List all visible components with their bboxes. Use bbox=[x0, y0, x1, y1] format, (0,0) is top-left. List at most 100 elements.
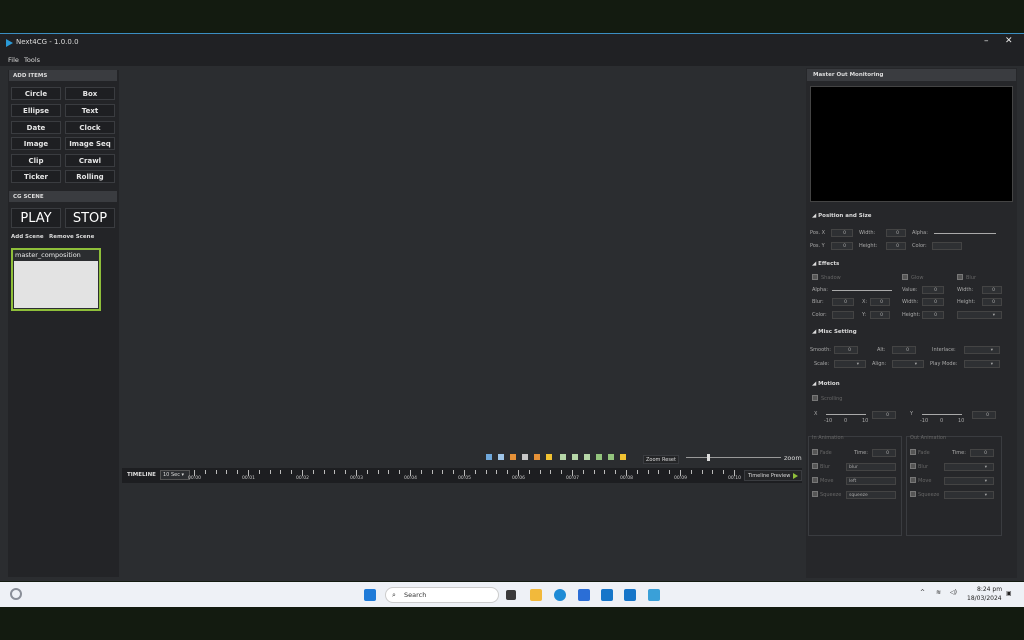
zoom-reset-button[interactable]: Zoom Reset bbox=[643, 455, 679, 464]
store-icon[interactable] bbox=[578, 589, 590, 601]
distribute-h-icon[interactable] bbox=[596, 454, 602, 460]
position-size-section[interactable]: ◢ Position and Size bbox=[812, 213, 872, 219]
shadow-alpha-slider[interactable] bbox=[832, 290, 892, 291]
distribute-v-icon[interactable] bbox=[608, 454, 614, 460]
out-move-select[interactable]: ▾ bbox=[944, 477, 994, 485]
composition-canvas[interactable] bbox=[122, 69, 802, 500]
wifi-icon[interactable]: ≋ bbox=[936, 589, 941, 596]
in-blur-select[interactable]: blur bbox=[846, 463, 896, 471]
shadow-checkbox[interactable] bbox=[812, 274, 818, 280]
out-squeeze-checkbox[interactable] bbox=[910, 491, 916, 497]
color-input[interactable] bbox=[932, 242, 962, 250]
chart-icon[interactable] bbox=[620, 454, 626, 460]
blur-height-input[interactable]: 0 bbox=[982, 298, 1002, 306]
scrolling-checkbox[interactable] bbox=[812, 395, 818, 401]
in-squeeze-checkbox[interactable] bbox=[812, 491, 818, 497]
minimize-button[interactable]: – bbox=[984, 36, 989, 46]
chevron-up-icon[interactable]: ^ bbox=[920, 589, 925, 596]
add-rolling-button[interactable]: Rolling bbox=[65, 170, 115, 183]
smooth-input[interactable]: 0 bbox=[834, 346, 858, 354]
stop-button[interactable]: STOP bbox=[65, 208, 115, 228]
in-squeeze-select[interactable]: squeeze bbox=[846, 491, 896, 499]
alpha-slider[interactable] bbox=[934, 233, 996, 234]
add-text-button[interactable]: Text bbox=[65, 104, 115, 117]
send-back-icon[interactable] bbox=[534, 454, 540, 460]
motion-x-input[interactable]: 0 bbox=[872, 411, 896, 419]
play-mode-select[interactable]: ▾ bbox=[964, 360, 1000, 368]
motion-section[interactable]: ◢ Motion bbox=[812, 381, 840, 387]
glow-value-input[interactable]: 0 bbox=[922, 286, 944, 294]
edge-icon[interactable] bbox=[554, 589, 566, 601]
align-select[interactable]: ▾ bbox=[892, 360, 924, 368]
task-view-icon[interactable] bbox=[506, 590, 516, 600]
next4cg-icon[interactable] bbox=[601, 589, 613, 601]
in-fade-checkbox[interactable] bbox=[812, 449, 818, 455]
zoom-slider[interactable] bbox=[686, 457, 781, 458]
out-time-input[interactable]: 0 bbox=[970, 449, 994, 457]
scale-select[interactable]: ▾ bbox=[834, 360, 866, 368]
in-time-input[interactable]: 0 bbox=[872, 449, 896, 457]
add-ticker-button[interactable]: Ticker bbox=[11, 170, 61, 183]
play-button[interactable]: PLAY bbox=[11, 208, 61, 228]
alt-input[interactable]: 0 bbox=[892, 346, 916, 354]
menu-tools[interactable]: Tools bbox=[24, 56, 40, 64]
add-clip-button[interactable]: Clip bbox=[11, 154, 61, 167]
align-center-icon[interactable] bbox=[498, 454, 504, 460]
out-move-checkbox[interactable] bbox=[910, 477, 916, 483]
timeline-ruler[interactable]: 00:00 00:01 00:02 00:03 00:04 00:05 00:06 00:07… bbox=[188, 468, 741, 483]
blur-width-input[interactable]: 0 bbox=[982, 286, 1002, 294]
shadow-y-input[interactable]: 0 bbox=[870, 311, 890, 319]
next4cg-icon-2[interactable] bbox=[624, 589, 636, 601]
search-input[interactable]: ⌕ Search bbox=[385, 587, 499, 603]
align-middle-icon[interactable] bbox=[572, 454, 578, 460]
in-move-checkbox[interactable] bbox=[812, 477, 818, 483]
motion-y-input[interactable]: 0 bbox=[972, 411, 996, 419]
glow-height-input[interactable]: 0 bbox=[922, 311, 944, 319]
add-circle-button[interactable]: Circle bbox=[11, 87, 61, 100]
add-box-button[interactable]: Box bbox=[65, 87, 115, 100]
add-ellipse-button[interactable]: Ellipse bbox=[11, 104, 61, 117]
shadow-x-input[interactable]: 0 bbox=[870, 298, 890, 306]
add-crawl-button[interactable]: Crawl bbox=[65, 154, 115, 167]
widgets-icon[interactable] bbox=[10, 588, 22, 600]
scene-card[interactable]: master_composition bbox=[11, 248, 101, 311]
out-squeeze-select[interactable]: ▾ bbox=[944, 491, 994, 499]
glow-width-input[interactable]: 0 bbox=[922, 298, 944, 306]
clock-time[interactable]: 8:24 pm bbox=[977, 586, 1002, 593]
add-scene-button[interactable]: Add Scene bbox=[11, 234, 44, 240]
timeline-preview-button[interactable]: Timeline Preview bbox=[744, 470, 802, 481]
interlace-select[interactable]: ▾ bbox=[964, 346, 1000, 354]
align-top-icon[interactable] bbox=[560, 454, 566, 460]
menu-file[interactable]: File bbox=[8, 56, 19, 64]
volume-icon[interactable]: ◁) bbox=[950, 589, 957, 596]
group-icon[interactable] bbox=[546, 454, 552, 460]
shadow-blur-input[interactable]: 0 bbox=[832, 298, 854, 306]
align-right-icon[interactable] bbox=[510, 454, 516, 460]
motion-y-slider[interactable] bbox=[922, 414, 962, 415]
add-image-button[interactable]: Image bbox=[11, 137, 61, 150]
pos-x-input[interactable]: 0 bbox=[831, 229, 853, 237]
file-explorer-icon[interactable] bbox=[530, 589, 542, 601]
out-blur-select[interactable]: ▾ bbox=[944, 463, 994, 471]
misc-setting-section[interactable]: ◢ Misc Setting bbox=[812, 329, 857, 335]
glow-checkbox[interactable] bbox=[902, 274, 908, 280]
out-fade-checkbox[interactable] bbox=[910, 449, 916, 455]
in-move-select[interactable]: left bbox=[846, 477, 896, 485]
add-image-seq-button[interactable]: Image Seq bbox=[65, 137, 115, 150]
motion-x-slider[interactable] bbox=[826, 414, 866, 415]
add-date-button[interactable]: Date bbox=[11, 121, 61, 134]
windows-icon[interactable] bbox=[364, 589, 376, 601]
blur-checkbox[interactable] bbox=[957, 274, 963, 280]
timeline-duration-select[interactable]: 10 Sec ▾ bbox=[160, 470, 190, 480]
shadow-color-input[interactable] bbox=[832, 311, 854, 319]
clock-date[interactable]: 18/03/2024 bbox=[967, 595, 1002, 602]
app-icon[interactable] bbox=[648, 589, 660, 601]
add-clock-button[interactable]: Clock bbox=[65, 121, 115, 134]
remove-scene-button[interactable]: Remove Scene bbox=[49, 234, 94, 240]
in-blur-checkbox[interactable] bbox=[812, 463, 818, 469]
effects-section[interactable]: ◢ Effects bbox=[812, 261, 839, 267]
out-blur-checkbox[interactable] bbox=[910, 463, 916, 469]
align-bottom-icon[interactable] bbox=[584, 454, 590, 460]
bring-front-icon[interactable] bbox=[522, 454, 528, 460]
notification-icon[interactable]: ▣ bbox=[1006, 590, 1012, 597]
